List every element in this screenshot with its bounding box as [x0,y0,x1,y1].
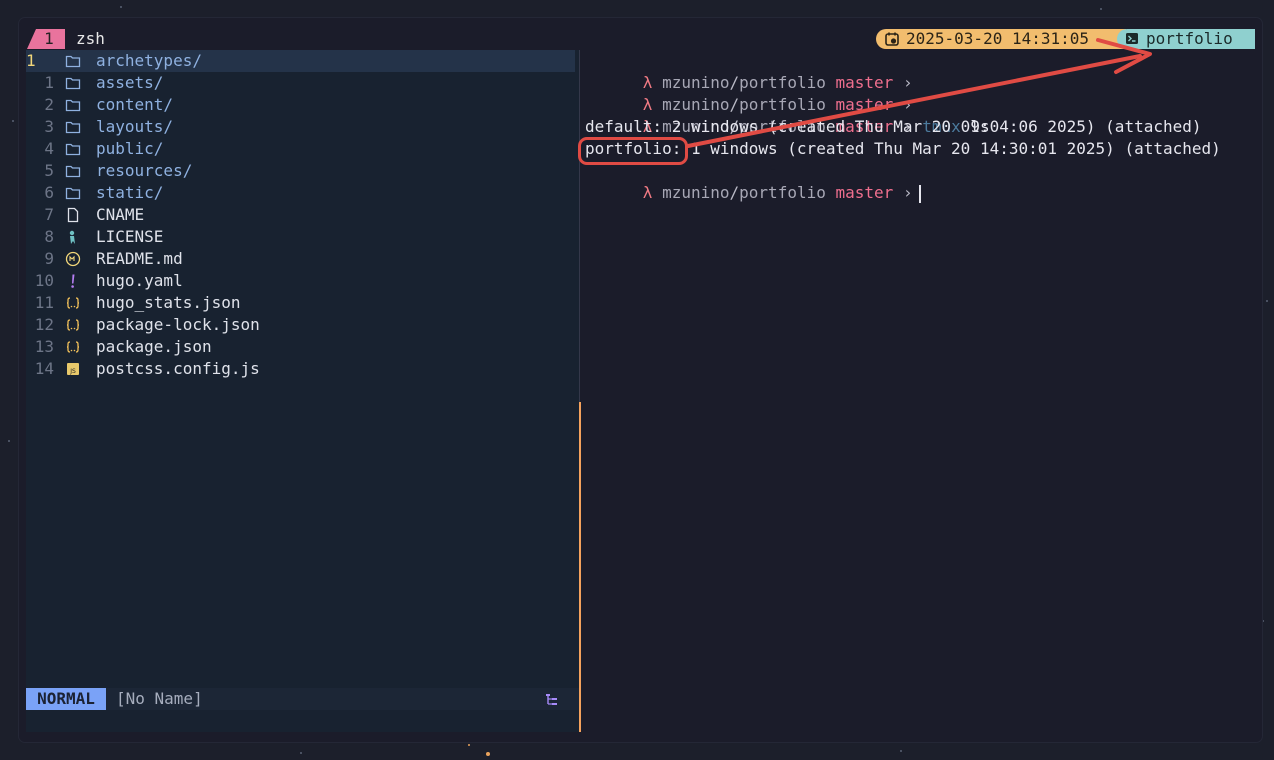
terminal-icon [1126,33,1138,44]
line-number: 3 [44,117,54,136]
text-cursor [918,184,921,203]
file-row[interactable]: 11 hugo_stats.json [26,292,575,314]
nvim-statusline: NORMAL [No Name] [26,688,579,710]
file-name: hugo_stats.json [96,293,241,312]
svg-text:JS: JS [69,368,76,375]
file-icon [65,207,81,223]
folder-icon [65,53,81,69]
folder-icon [65,75,81,91]
file-row[interactable]: 2 content/ [26,94,575,116]
file-row[interactable]: 6 static/ [26,182,575,204]
file-row[interactable]: 10 hugo.yaml [26,270,575,292]
session-name: portfolio [1146,29,1233,48]
tmux-clock: 2025-03-20 14:31:05 [876,29,1126,49]
file-name: static/ [96,183,164,202]
file-name: README.md [96,249,183,268]
line-number: 11 [34,293,54,312]
line-number: 9 [44,249,54,268]
file-name: hugo.yaml [96,271,183,290]
file-tree-icon [546,694,557,705]
line-number: 1 [44,73,54,92]
file-row[interactable]: 14 JS postcss.config.js [26,358,575,380]
prompt-repo: portfolio [739,183,826,202]
file-name: resources/ [96,161,193,180]
file-row[interactable]: 13 package.json [26,336,575,358]
markdown-icon [65,251,81,267]
line-number: 8 [44,227,54,246]
pane-divider [579,50,580,402]
tmux-window-name[interactable]: zsh [76,29,105,49]
license-icon [65,229,81,245]
file-row[interactable]: 1 assets/ [26,72,575,94]
nvim-file-explorer[interactable]: 1 archetypes/1 assets/2 content/3 layouts/4 p… [26,50,579,732]
prompt-slash: / [729,183,740,202]
prompt-line: λ mzunino/portfolio master › [585,50,913,92]
file-name: assets/ [96,73,164,92]
clock-text: 2025-03-20 14:31:05 [906,29,1090,48]
file-name: archetypes/ [96,51,202,70]
buffer-name: [No Name] [116,689,203,708]
file-row[interactable]: 1 archetypes/ [26,50,575,72]
line-number: 5 [44,161,54,180]
prompt-arrow: › [902,183,913,202]
line-number: 13 [34,337,54,356]
file-name: public/ [96,139,164,158]
folder-icon [65,97,81,113]
line-number: 12 [34,315,54,334]
prompt-branch: master [835,183,894,202]
file-row[interactable]: 9 README.md [26,248,575,270]
file-name: postcss.config.js [96,359,260,378]
folder-icon [65,119,81,135]
file-row[interactable]: 4 public/ [26,138,575,160]
file-row[interactable]: 5 resources/ [26,160,575,182]
active-pane-border [579,402,581,732]
file-name: CNAME [96,205,145,224]
line-number: 4 [44,139,54,158]
folder-icon [65,185,81,201]
json-icon [65,339,81,355]
line-number: 6 [44,183,54,202]
prompt-symbol: λ [642,183,653,202]
vim-mode-indicator: NORMAL [26,688,106,710]
command-line: λ mzunino/portfolio master › tmux ls [585,94,990,136]
file-name: package.json [96,337,212,356]
file-name: package-lock.json [96,315,260,334]
output-line: default: 2 windows (created Thu Mar 20 0… [585,117,1202,136]
line-number: 2 [44,95,54,114]
json-icon [65,295,81,311]
line-number: 14 [34,359,54,378]
terminal-window: 1 zsh 2025-03-20 14:31:05 portfolio 1 arc… [19,18,1262,742]
prompt-user: mzunino [662,183,730,202]
tmux-status-bar: 1 zsh 2025-03-20 14:31:05 portfolio [19,28,1262,50]
tmux-session[interactable]: portfolio [1117,29,1255,49]
file-row[interactable]: 7 CNAME [26,204,575,226]
folder-icon [65,163,81,179]
file-row[interactable]: 8 LICENSE [26,226,575,248]
javascript-icon: JS [65,361,81,377]
yaml-icon [65,273,81,289]
file-row[interactable]: 3 layouts/ [26,116,575,138]
tmux-window-index[interactable]: 1 [27,29,65,49]
prompt-line: λ mzunino/portfolio master › [585,72,913,114]
calendar-clock-icon [885,32,899,46]
line-number: 10 [34,271,54,290]
line-number: 7 [44,205,54,224]
json-icon [65,317,81,333]
folder-icon [65,141,81,157]
file-name: layouts/ [96,117,174,136]
file-name: content/ [96,95,174,114]
annotation-highlight-box [578,137,688,165]
file-row[interactable]: 12 package-lock.json [26,314,575,336]
line-number: 1 [26,51,36,70]
file-name: LICENSE [96,227,164,246]
